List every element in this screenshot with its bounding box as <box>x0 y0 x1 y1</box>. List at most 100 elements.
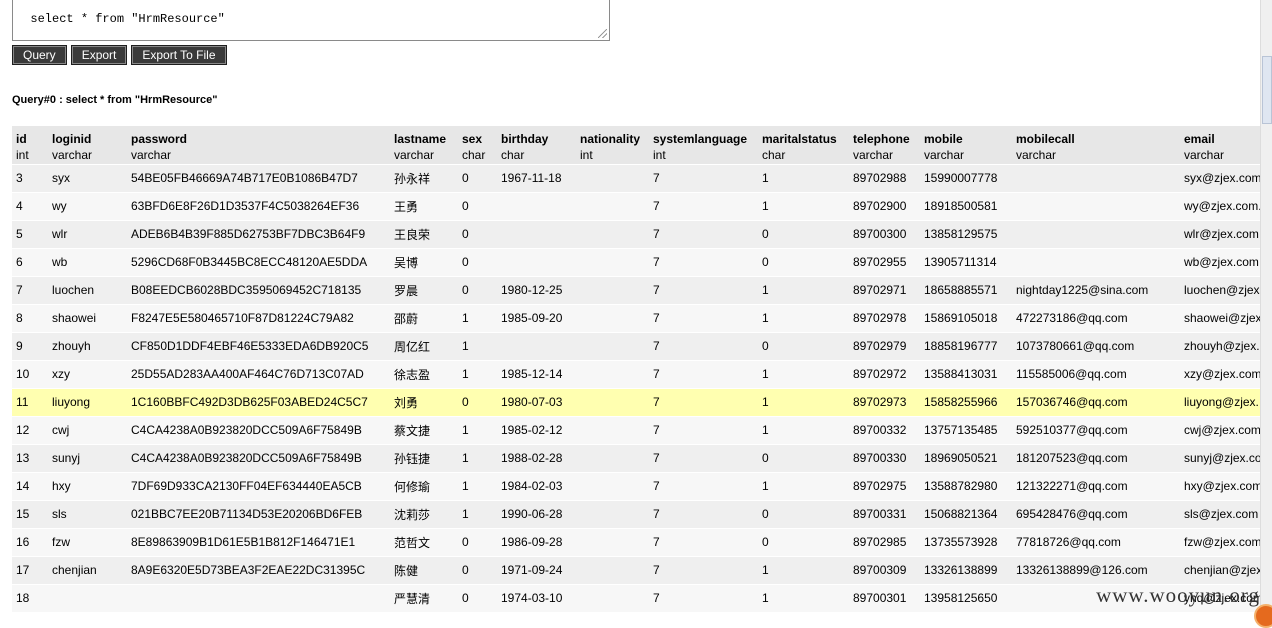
cell-mobile: 18918500581 <box>920 191 1012 220</box>
cell-maritalstatus: 1 <box>758 163 849 192</box>
cell-systemlanguage: 7 <box>649 443 758 472</box>
cell-birthday <box>497 247 576 276</box>
column-header-birthday: birthday char <box>497 126 576 164</box>
cell-lastname: 沈莉莎 <box>390 499 458 528</box>
table-row[interactable]: 12 cwj C4CA4238A0B923820DCC509A6F75849B 蔡文捷… <box>12 415 1266 444</box>
query-button[interactable]: Query <box>12 45 67 65</box>
column-name: id <box>16 132 27 146</box>
cell-birthday: 1985-09-20 <box>497 303 576 332</box>
column-name: birthday <box>501 132 549 146</box>
cell-maritalstatus: 0 <box>758 443 849 472</box>
cell-id: 4 <box>12 191 48 220</box>
watermark: www.wooyun.org <box>1096 583 1260 608</box>
cell-loginid: wy <box>48 191 127 220</box>
cell-mobilecall <box>1012 219 1180 248</box>
watermark-logo-icon <box>1254 604 1272 628</box>
table-row[interactable]: 18 严慧清 0 1974-03-10 7 1 89700301 13958125650 yhq… <box>12 583 1266 612</box>
column-type: int <box>580 148 593 162</box>
export-to-file-button[interactable]: Export To File <box>131 45 227 65</box>
cell-sex: 0 <box>458 527 497 556</box>
cell-nationality <box>576 387 649 416</box>
cell-password: 8E89863909B1D61E5B1B812F146471E1 <box>127 527 390 556</box>
cell-maritalstatus: 1 <box>758 415 849 444</box>
cell-password: 54BE05FB46669A74B717E0B1086B47D7 <box>127 163 390 192</box>
table-row[interactable]: 4 wy 63BFD6E8F26D1D3537F4C5038264EF36 王勇 0 7 1… <box>12 191 1266 220</box>
cell-email: wlr@zjex.com <box>1180 219 1266 248</box>
column-type: varchar <box>394 148 435 162</box>
cell-sex: 1 <box>458 471 497 500</box>
cell-sex: 0 <box>458 275 497 304</box>
cell-email: luochen@zjex <box>1180 275 1266 304</box>
cell-email: xzy@zjex.com <box>1180 359 1266 388</box>
column-type: varchar <box>1016 148 1057 162</box>
table-row[interactable]: 11 liuyong 1C160BBFC492D3DB625F03ABED24C5C… <box>12 387 1266 416</box>
cell-email: sunyj@zjex.co <box>1180 443 1266 472</box>
cell-telephone: 89700301 <box>849 583 920 612</box>
column-name: nationality <box>580 132 641 146</box>
cell-loginid: sunyj <box>48 443 127 472</box>
cell-nationality <box>576 219 649 248</box>
cell-systemlanguage: 7 <box>649 499 758 528</box>
table-row[interactable]: 16 fzw 8E89863909B1D61E5B1B812F146471E1 范哲文… <box>12 527 1266 556</box>
table-row[interactable]: 8 shaowei F8247E5E580465710F87D81224C79A82… <box>12 303 1266 332</box>
cell-telephone: 89702988 <box>849 163 920 192</box>
table-row[interactable]: 14 hxy 7DF69D933CA2130FF04EF634440EA5CB 何修瑜… <box>12 471 1266 500</box>
cell-lastname: 周亿红 <box>390 331 458 360</box>
cell-mobile: 18969050521 <box>920 443 1012 472</box>
cell-mobilecall: 181207523@qq.com <box>1012 443 1180 472</box>
cell-systemlanguage: 7 <box>649 191 758 220</box>
cell-systemlanguage: 7 <box>649 163 758 192</box>
table-row[interactable]: 10 xzy 25D55AD283AA400AF464C76D713C07AD 徐志盈… <box>12 359 1266 388</box>
cell-id: 8 <box>12 303 48 332</box>
cell-maritalstatus: 1 <box>758 555 849 584</box>
action-toolbar: Query Export Export To File <box>12 45 227 65</box>
cell-email: hxy@zjex.com <box>1180 471 1266 500</box>
cell-nationality <box>576 583 649 612</box>
table-row[interactable]: 6 wb 5296CD68F0B3445BC8ECC48120AE5DDA 吴博 0 7 0… <box>12 247 1266 276</box>
cell-birthday: 1967-11-18 <box>497 163 576 192</box>
table-row[interactable]: 15 sls 021BBC7EE20B71134D53E20206BD6FEB 沈莉莎… <box>12 499 1266 528</box>
cell-id: 18 <box>12 583 48 612</box>
resize-grip-icon[interactable] <box>598 29 607 38</box>
cell-birthday: 1980-12-25 <box>497 275 576 304</box>
cell-email: wb@zjex.com <box>1180 247 1266 276</box>
cell-email: zhouyh@zjex.c <box>1180 331 1266 360</box>
table-row[interactable]: 7 luochen B08EEDCB6028BDC3595069452C718135… <box>12 275 1266 304</box>
table-row[interactable]: 13 sunyj C4CA4238A0B923820DCC509A6F75849B 孙… <box>12 443 1266 472</box>
cell-mobile: 13735573928 <box>920 527 1012 556</box>
cell-id: 7 <box>12 275 48 304</box>
table-body: 3 syx 54BE05FB46669A74B717E0B1086B47D7 孙永祥 0… <box>12 163 1266 612</box>
column-type: char <box>462 148 486 162</box>
cell-lastname: 王良荣 <box>390 219 458 248</box>
cell-password: 25D55AD283AA400AF464C76D713C07AD <box>127 359 390 388</box>
vertical-scrollbar[interactable] <box>1260 0 1272 622</box>
cell-telephone: 89702972 <box>849 359 920 388</box>
column-type: varchar <box>1184 148 1225 162</box>
column-name: lastname <box>394 132 447 146</box>
cell-lastname: 严慧清 <box>390 583 458 612</box>
column-header-nationality: nationality int <box>576 126 649 164</box>
sql-query-textarea[interactable]: select * from "HrmResource" <box>12 0 610 41</box>
cell-maritalstatus: 0 <box>758 219 849 248</box>
cell-maritalstatus: 1 <box>758 387 849 416</box>
cell-mobile: 18658885571 <box>920 275 1012 304</box>
cell-mobilecall <box>1012 247 1180 276</box>
cell-id: 14 <box>12 471 48 500</box>
cell-mobile: 15068821364 <box>920 499 1012 528</box>
table-row[interactable]: 17 chenjian 8A9E6320E5D73BEA3F2EAE22DC3139… <box>12 555 1266 584</box>
table-row[interactable]: 5 wlr ADEB6B4B39F885D62753BF7DBC3B64F9 王良荣 0… <box>12 219 1266 248</box>
cell-mobilecall: nightday1225@sina.com <box>1012 275 1180 304</box>
table-row[interactable]: 9 zhouyh CF850D1DDF4EBF46E5333EDA6DB920C5 周… <box>12 331 1266 360</box>
export-button[interactable]: Export <box>70 45 128 65</box>
cell-maritalstatus: 0 <box>758 247 849 276</box>
cell-password: 1C160BBFC492D3DB625F03ABED24C5C7 <box>127 387 390 416</box>
cell-systemlanguage: 7 <box>649 387 758 416</box>
table-header-row: id int loginid varchar password varchar lastna… <box>12 126 1266 164</box>
table-row[interactable]: 3 syx 54BE05FB46669A74B717E0B1086B47D7 孙永祥 0… <box>12 163 1266 192</box>
cell-mobile: 13326138899 <box>920 555 1012 584</box>
cell-mobilecall: 695428476@qq.com <box>1012 499 1180 528</box>
cell-mobilecall: 592510377@qq.com <box>1012 415 1180 444</box>
cell-loginid: luochen <box>48 275 127 304</box>
cell-telephone: 89702975 <box>849 471 920 500</box>
scrollbar-thumb[interactable] <box>1262 56 1272 124</box>
